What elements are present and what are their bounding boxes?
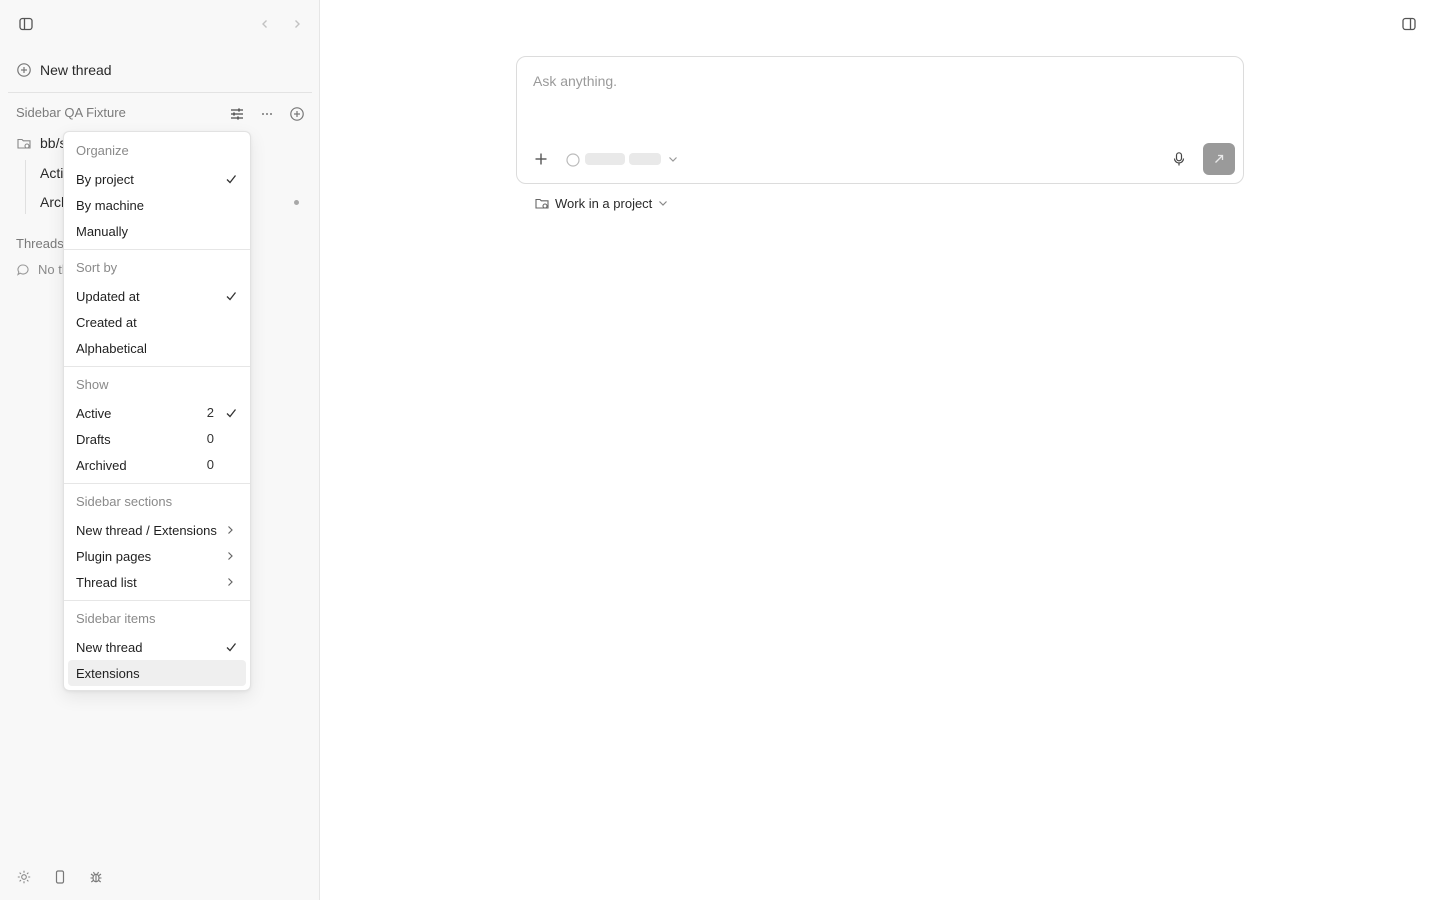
menu-item-by-project[interactable]: By project: [68, 166, 246, 192]
menu-item-label: Thread list: [76, 574, 137, 590]
menu-item-by-machine[interactable]: By machine: [68, 192, 246, 218]
check-icon: [226, 292, 237, 301]
chevron-right-icon[interactable]: [286, 13, 308, 35]
ellipsis-icon[interactable]: [256, 103, 278, 125]
check-icon: [226, 643, 237, 652]
menu-separator: [64, 483, 250, 484]
menu-item-label: Active: [76, 405, 112, 421]
chevron-down-icon[interactable]: [667, 153, 679, 165]
settings-icon[interactable]: [13, 866, 35, 888]
menu-item-alphabetical[interactable]: Alphabetical: [68, 335, 246, 361]
menu-item-thread-list[interactable]: Thread list: [68, 569, 246, 595]
menu-item-label: Updated at: [76, 288, 140, 304]
unread-dot: [294, 200, 299, 205]
menu-item-label: New thread / Extensions: [76, 522, 217, 538]
menu-item-active[interactable]: Active 2: [68, 400, 246, 426]
menu-group-label-sidebar-sections: Sidebar sections: [76, 494, 173, 509]
composer-input[interactable]: [533, 73, 1223, 89]
menu-item-label: Extensions: [76, 665, 140, 681]
menu-item-extensions[interactable]: Extensions: [68, 660, 246, 686]
menu-separator: [64, 249, 250, 250]
folder-icon: [16, 135, 32, 151]
new-thread-button[interactable]: New thread: [8, 58, 312, 82]
archived-count: 0: [206, 457, 214, 472]
menu-item-label: Alphabetical: [76, 340, 147, 356]
send-button[interactable]: [1203, 143, 1235, 175]
project-row[interactable]: bb/s: [16, 133, 66, 153]
sliders-icon[interactable]: [226, 103, 248, 125]
chevron-right-icon: [228, 526, 233, 534]
active-count: 2: [206, 405, 214, 420]
menu-item-label: Manually: [76, 223, 129, 239]
threads-title: Threads: [16, 236, 64, 251]
menu-separator: [64, 366, 250, 367]
project-sub-item-active[interactable]: Acti: [40, 165, 63, 181]
menu-item-archived[interactable]: Archived 0: [68, 452, 246, 478]
menu-item-plugin-pages[interactable]: Plugin pages: [68, 543, 246, 569]
sidebar-divider: [8, 92, 312, 93]
section-title: Sidebar QA Fixture: [16, 105, 126, 120]
chevron-down-icon: [657, 197, 669, 209]
panel-toggle-icon[interactable]: [1398, 13, 1420, 35]
menu-group-label-show: Show: [76, 377, 109, 392]
menu-separator: [64, 600, 250, 601]
new-thread-label: New thread: [40, 62, 112, 78]
check-icon: [226, 409, 237, 418]
arrow-up-right-icon: [1215, 154, 1224, 163]
menu-group-label-organize: Organize: [76, 143, 129, 158]
menu-item-updated-at[interactable]: Updated at: [68, 283, 246, 309]
menu-group-label-sidebar-items: Sidebar items: [76, 611, 156, 626]
bug-icon[interactable]: [85, 866, 107, 888]
menu-item-new-thread-extensions[interactable]: New thread / Extensions: [68, 517, 246, 543]
menu-item-label: Archived: [76, 457, 127, 473]
menu-item-label: By project: [76, 171, 134, 187]
skeleton-placeholder: [585, 153, 625, 165]
chevron-right-icon: [228, 552, 233, 560]
chat-bubble-icon: [16, 263, 30, 277]
microphone-icon[interactable]: [1168, 148, 1190, 170]
plus-icon[interactable]: [530, 148, 552, 170]
menu-item-label: By machine: [76, 197, 144, 213]
menu-item-new-thread[interactable]: New thread: [68, 634, 246, 660]
project-picker-label: Work in a project: [555, 195, 653, 211]
device-icon[interactable]: [49, 866, 71, 888]
no-threads-placeholder: No th: [16, 262, 69, 277]
menu-item-label: Created at: [76, 314, 137, 330]
menu-item-manually[interactable]: Manually: [68, 218, 246, 244]
menu-item-label: Drafts: [76, 431, 111, 447]
menu-group-label-sort-by: Sort by: [76, 260, 118, 275]
tree-line: [25, 160, 26, 214]
composer: [516, 56, 1244, 184]
chevron-left-icon[interactable]: [254, 13, 276, 35]
menu-item-label: New thread: [76, 639, 143, 655]
chevron-right-icon: [228, 578, 233, 586]
folder-icon: [534, 195, 550, 211]
plus-circle-icon: [16, 62, 32, 78]
loading-circle-icon: [566, 153, 580, 167]
menu-item-created-at[interactable]: Created at: [68, 309, 246, 335]
skeleton-placeholder: [629, 153, 661, 165]
menu-item-label: Plugin pages: [76, 548, 152, 564]
sidebar-toggle-icon[interactable]: [15, 13, 37, 35]
menu-item-drafts[interactable]: Drafts 0: [68, 426, 246, 452]
check-icon: [226, 175, 237, 184]
work-in-project-picker[interactable]: Work in a project: [534, 195, 669, 211]
drafts-count: 0: [206, 431, 214, 446]
model-selector[interactable]: [565, 152, 581, 168]
add-project-icon[interactable]: [286, 103, 308, 125]
sidebar-options-menu: Organize By project By machine Manually …: [63, 131, 251, 691]
